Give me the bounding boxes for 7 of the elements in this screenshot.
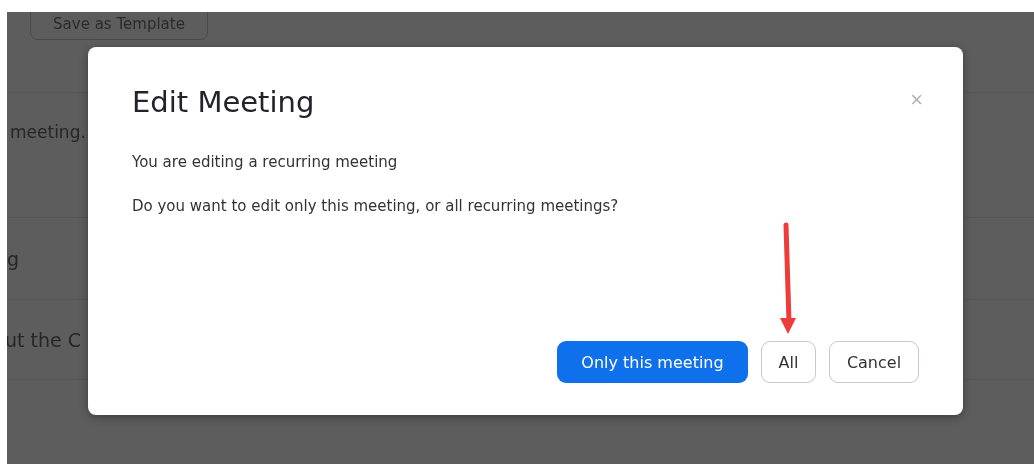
secondary-button[interactable]: Cancel [829, 341, 919, 383]
secondary-button[interactable]: All [761, 341, 816, 383]
primary-button[interactable]: Only this meeting [557, 341, 748, 383]
message-text: You are editing a recurring meeting [132, 153, 399, 171]
dialog-title: Edit Meeting [132, 85, 315, 119]
row-text: meeting. [10, 122, 86, 142]
message-text: Do you want to edit only this meeting, or all recurring meetings? [132, 197, 620, 215]
